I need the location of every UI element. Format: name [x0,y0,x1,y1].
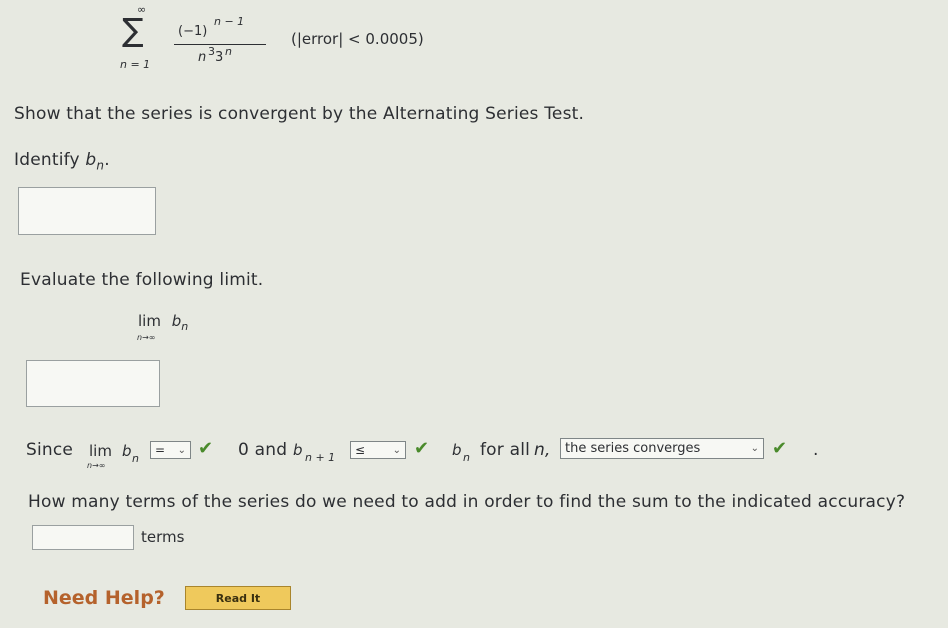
fraction-bar [174,44,266,45]
numerator-base: (−1) [178,24,208,39]
lim-word: lim [138,312,161,330]
denominator-n: n [198,50,207,65]
b-next-sub: n + 1 [305,451,336,464]
question-alternating-series: Show that the series is convergent by th… [14,104,585,124]
denominator-n-exponent: 3 [208,45,215,58]
identify-suffix: . [104,150,110,170]
question-number-of-terms: How many terms of the series do we need … [28,492,906,512]
since-word: Since [26,440,74,460]
chevron-down-icon: ⌄ [392,444,401,456]
lim-subscript: n→∞ [137,333,156,342]
terms-answer-field[interactable] [32,525,134,550]
monotone-relation-select[interactable]: ≤ ⌄ [350,441,406,459]
conclusion-select[interactable]: the series converges ⌄ [560,438,764,459]
check-icon: ✔ [414,438,430,459]
denominator-base: 3 [215,50,224,65]
period: . [813,440,819,460]
b-symbol: b [85,150,97,170]
zero-and-text: 0 and [238,440,288,460]
limit-answer-field[interactable] [26,360,160,407]
chevron-down-icon: ⌄ [177,444,186,456]
limit-relation-value: = [155,443,166,457]
chevron-down-icon: ⌄ [750,443,759,454]
since-lim-subscript: n→∞ [87,461,106,470]
b-next: b [293,441,303,459]
conclusion-value: the series converges [565,441,701,456]
b-current: b [452,441,462,459]
since-lim-word: lim [89,442,112,460]
check-icon: ✔ [772,438,788,459]
lim-b-sub: n [181,320,189,333]
sum-lower-limit: n = 1 [120,58,151,71]
b-current-sub: n [463,451,470,464]
denominator-exponent: n [225,45,232,58]
limit-expression: lim bn [138,312,188,333]
question-identify-bn: Identify bn. [14,150,110,172]
question-evaluate-limit: Evaluate the following limit. [20,270,264,290]
bn-answer-field[interactable] [18,187,156,235]
check-icon: ✔ [198,438,214,459]
limit-relation-select[interactable]: = ⌄ [150,441,191,459]
lim-b: b [171,312,182,330]
since-b: b [122,442,132,460]
need-help-label: Need Help? [43,587,165,609]
terms-unit: terms [141,528,185,546]
sum-symbol: ∑ [122,11,144,49]
since-b-sub: n [132,452,139,465]
for-all-n: n, [534,440,551,460]
sum-upper-limit: ∞ [137,3,147,16]
identify-prefix: Identify [14,150,86,170]
for-all-text: for all [480,440,531,460]
monotone-relation-value: ≤ [355,443,366,457]
numerator-exponent: n − 1 [214,15,245,28]
error-condition: (|error| < 0.0005) [291,30,424,48]
read-it-button[interactable]: Read It [185,586,291,610]
